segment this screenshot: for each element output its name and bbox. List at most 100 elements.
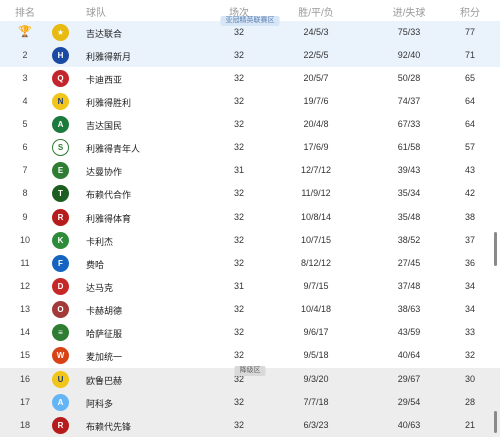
team-name[interactable]: 欧鲁巴赫 — [86, 374, 196, 387]
team-logo: Q — [52, 70, 69, 87]
team-name[interactable]: 布赖代合作 — [86, 188, 196, 201]
wdl-cell: 12/7/12 — [300, 165, 332, 175]
wdl-cell: 19/7/6 — [303, 96, 329, 106]
team-name[interactable]: 卡赫胡德 — [86, 304, 196, 317]
rank-cell: 11 — [20, 258, 30, 268]
points-cell: 64 — [464, 119, 475, 129]
goals-cell: 29/67 — [397, 374, 421, 384]
points-cell: 38 — [464, 212, 475, 222]
wdl-cell: 7/7/18 — [303, 397, 329, 407]
rank-cell: 13 — [19, 304, 30, 314]
table-row[interactable]: 6 S 利雅得青年人 32 17/6/9 61/58 57 — [0, 136, 500, 159]
team-name[interactable]: 麦加统一 — [86, 350, 196, 363]
wdl-cell: 11/9/12 — [301, 188, 331, 198]
team-name[interactable]: 利雅得新月 — [86, 50, 196, 63]
goals-cell: 67/33 — [397, 119, 421, 129]
points-cell: 30 — [464, 374, 475, 384]
rank-cell: 15 — [19, 350, 30, 360]
played-cell: 31 — [233, 281, 244, 291]
team-logo: H — [52, 47, 69, 64]
wdl-cell: 20/4/8 — [303, 119, 329, 129]
points-cell: 57 — [464, 142, 475, 152]
points-cell: 33 — [464, 327, 475, 337]
zone-label-relegation: 降级区 — [234, 366, 266, 376]
goals-cell: 29/54 — [397, 397, 421, 407]
wdl-cell: 17/6/9 — [303, 142, 329, 152]
team-logo: ≡ — [52, 324, 69, 341]
team-name[interactable]: 吉达联合 — [86, 27, 196, 40]
team-logo: R — [52, 417, 69, 434]
rank-cell: 12 — [19, 281, 30, 291]
table-row[interactable]: 12 D 达马克 31 9/7/15 37/48 34 — [0, 275, 500, 298]
table-row[interactable]: 7 E 达曼协作 31 12/7/12 39/43 43 — [0, 159, 500, 182]
table-row[interactable]: 13 O 卡赫胡德 32 10/4/18 38/63 34 — [0, 298, 500, 321]
played-cell: 32 — [233, 327, 244, 337]
rank-cell: 10 — [19, 235, 30, 245]
goals-cell: 43/59 — [397, 327, 421, 337]
scrollbar-thumb-lower[interactable] — [494, 411, 497, 433]
points-cell: 34 — [464, 304, 475, 314]
goals-cell: 92/40 — [397, 50, 421, 60]
team-name[interactable]: 吉达国民 — [86, 119, 196, 132]
points-cell: 32 — [464, 350, 475, 360]
team-name[interactable]: 阿科多 — [86, 397, 196, 410]
team-name[interactable]: 达曼协作 — [86, 165, 196, 178]
team-name[interactable]: 费哈 — [86, 258, 196, 271]
goals-cell: 40/63 — [397, 420, 421, 430]
team-name[interactable]: 哈萨征服 — [86, 327, 196, 340]
points-cell: 65 — [464, 73, 475, 83]
table-row[interactable]: 8 T 布赖代合作 32 11/9/12 35/34 42 — [0, 182, 500, 205]
table-row[interactable]: 11 F 费哈 32 8/12/12 27/45 36 — [0, 252, 500, 275]
scrollbar-thumb[interactable] — [494, 232, 497, 266]
table-row[interactable]: 18 R 布赖代先锋 32 6/3/23 40/63 21 — [0, 414, 500, 438]
played-cell: 32 — [233, 73, 244, 83]
table-row[interactable]: 5 A 吉达国民 32 20/4/8 67/33 64 — [0, 113, 500, 136]
team-name[interactable]: 利雅得胜利 — [86, 96, 196, 109]
header-rank: 排名 — [15, 8, 35, 19]
wdl-cell: 9/5/18 — [303, 350, 329, 360]
team-logo: N — [52, 93, 69, 110]
goals-cell: 74/37 — [397, 96, 421, 106]
rank-cell: 7 — [22, 165, 28, 175]
goals-cell: 27/45 — [397, 258, 421, 268]
rank-cell: 4 — [22, 96, 28, 106]
rank-cell: 17 — [19, 397, 30, 407]
header-goals: 进/失球 — [392, 8, 426, 19]
goals-cell: 39/43 — [397, 165, 421, 175]
played-cell: 32 — [233, 119, 244, 129]
rank-cell: 16 — [19, 374, 30, 384]
goals-cell: 35/48 — [397, 212, 421, 222]
team-name[interactable]: 布赖代先锋 — [86, 420, 196, 433]
points-cell: 64 — [464, 96, 475, 106]
wdl-cell: 6/3/23 — [303, 420, 329, 430]
table-row[interactable]: 9 R 利雅得体育 32 10/8/14 35/48 38 — [0, 206, 500, 229]
team-name[interactable]: 利雅得体育 — [86, 212, 196, 225]
team-name[interactable]: 卡利杰 — [86, 235, 196, 248]
team-logo: T — [52, 185, 69, 202]
played-cell: 32 — [233, 188, 244, 198]
team-name[interactable]: 利雅得青年人 — [86, 142, 196, 155]
team-name[interactable]: 达马克 — [86, 281, 196, 294]
goals-cell: 75/33 — [397, 27, 421, 37]
points-cell: 21 — [464, 420, 475, 430]
rank-cell: 9 — [22, 212, 28, 222]
table-row[interactable]: 15 W 麦加统一 32 9/5/18 40/64 32 — [0, 344, 500, 367]
played-cell: 32 — [233, 142, 244, 152]
rank-cell: 5 — [22, 119, 28, 129]
table-row[interactable]: 2 H 利雅得新月 32 22/5/5 92/40 71 — [0, 44, 500, 68]
table-row[interactable]: 3 Q 卡迪西亚 32 20/5/7 50/28 65 — [0, 67, 500, 90]
played-cell: 32 — [233, 212, 244, 222]
goals-cell: 61/58 — [397, 142, 421, 152]
trophy-icon: 🏆 — [18, 26, 32, 38]
table-row[interactable]: 10 K 卡利杰 32 10/7/15 38/52 37 — [0, 229, 500, 252]
team-logo: O — [52, 301, 69, 318]
goals-cell: 35/34 — [397, 188, 421, 198]
points-cell: 37 — [464, 235, 475, 245]
team-name[interactable]: 卡迪西亚 — [86, 73, 196, 86]
table-row[interactable]: 14 ≡ 哈萨征服 32 9/6/17 43/59 33 — [0, 321, 500, 344]
team-logo: S — [52, 139, 69, 156]
team-logo: W — [52, 347, 69, 364]
wdl-cell: 20/5/7 — [303, 73, 329, 83]
table-row[interactable]: 4 N 利雅得胜利 32 19/7/6 74/37 64 — [0, 90, 500, 113]
table-row[interactable]: 17 A 阿科多 32 7/7/18 29/54 28 — [0, 391, 500, 415]
